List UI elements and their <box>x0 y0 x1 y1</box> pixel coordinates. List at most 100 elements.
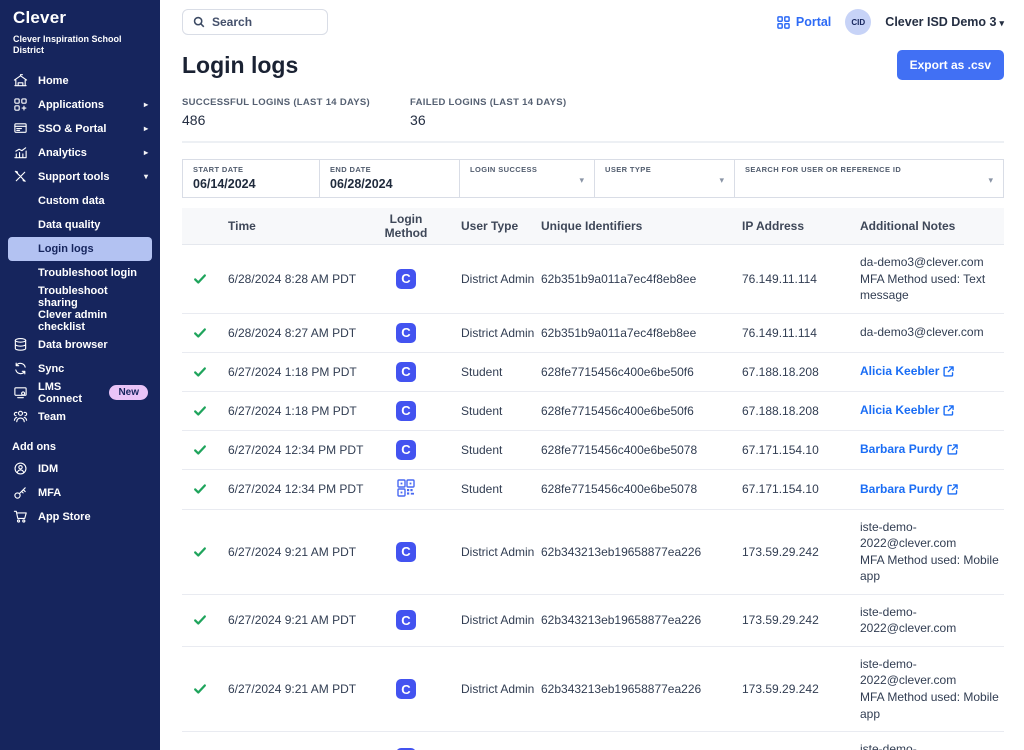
sidebar-item-mfa[interactable]: MFA <box>0 481 160 505</box>
sidebar-item-data-browser[interactable]: Data browser <box>0 333 160 357</box>
success-check-icon <box>193 404 207 418</box>
sidebar-item-sso-portal[interactable]: SSO & Portal▸ <box>0 117 160 141</box>
sidebar-item-custom-data[interactable]: Custom data <box>0 189 160 213</box>
cell-ip-address: 67.171.154.10 <box>734 482 854 496</box>
cell-user-type: District Admin <box>442 326 536 340</box>
cell-ip-address: 67.188.18.208 <box>734 404 854 418</box>
sidebar-item-troubleshoot-login[interactable]: Troubleshoot login <box>0 261 160 285</box>
sidebar-nav: HomeApplications▸SSO & Portal▸Analytics▸… <box>0 69 160 529</box>
cell-ip-address: 173.59.29.242 <box>734 613 854 627</box>
cell-login-method: C <box>396 269 416 289</box>
clever-logo-icon: C <box>396 269 416 289</box>
table-row: 6/27/2024 1:18 PM PDTCStudent628fe771545… <box>182 353 1004 392</box>
column-header-ip-address: IP Address <box>734 219 854 233</box>
sidebar-item-label: MFA <box>38 487 61 499</box>
search-icon <box>193 16 205 28</box>
cell-login-method: C <box>396 610 416 630</box>
user-profile-link[interactable]: Alicia Keebler <box>860 363 954 380</box>
column-header-time: Time <box>218 219 370 233</box>
filter-end-date[interactable]: END DATE06/28/2024 <box>320 160 460 197</box>
column-header-additional-notes: Additional Notes <box>854 218 1004 235</box>
sidebar-item-data-quality[interactable]: Data quality <box>0 213 160 237</box>
account-dropdown[interactable]: Clever ISD Demo 3▾ <box>885 15 1004 29</box>
table-body: 6/28/2024 8:28 AM PDTCDistrict Admin62b3… <box>182 245 1004 750</box>
user-profile-link-label: Alicia Keebler <box>860 363 939 380</box>
table-row: 6/28/2024 8:27 AM PDTCDistrict Admin62b3… <box>182 314 1004 353</box>
filter-start-date[interactable]: START DATE06/14/2024 <box>183 160 320 197</box>
portal-link[interactable]: Portal <box>777 15 831 29</box>
cell-ip-address: 76.149.11.114 <box>734 326 854 340</box>
sidebar-item-lms-connect[interactable]: LMS ConnectNew <box>0 381 160 405</box>
sidebar-item-analytics[interactable]: Analytics▸ <box>0 141 160 165</box>
app-store-icon <box>12 509 28 525</box>
cell-time: 6/27/2024 9:21 AM PDT <box>218 545 370 559</box>
cell-user-type: Student <box>442 404 536 418</box>
sidebar-item-team[interactable]: Team <box>0 405 160 429</box>
sidebar-item-label: Analytics <box>38 147 87 159</box>
topbar: Portal CID Clever ISD Demo 3▾ <box>160 0 1024 36</box>
avatar[interactable]: CID <box>845 9 871 35</box>
user-profile-link[interactable]: Barbara Purdy <box>860 481 958 498</box>
filter-value: 06/28/2024 <box>330 177 449 191</box>
filter-search-for-user-or-reference-id[interactable]: SEARCH FOR USER OR REFERENCE ID▾ <box>735 160 1003 197</box>
cell-user-type: District Admin <box>442 682 536 696</box>
sidebar-item-sync[interactable]: Sync <box>0 357 160 381</box>
user-profile-link[interactable]: Barbara Purdy <box>860 441 958 458</box>
cell-additional-notes: Alicia Keebler <box>854 363 1004 380</box>
data-browser-icon <box>12 337 28 353</box>
table-row: 6/27/2024 9:21 AM PDTCDistrict Admin62b3… <box>182 510 1004 595</box>
success-check-icon <box>193 365 207 379</box>
export-csv-button[interactable]: Export as .csv <box>897 50 1004 80</box>
cell-ip-address: 173.59.29.242 <box>734 545 854 559</box>
sidebar-item-label: Team <box>38 411 66 423</box>
search-input[interactable] <box>212 15 317 29</box>
cell-time: 6/27/2024 12:34 PM PDT <box>218 482 370 496</box>
note-email: iste-demo-2022@clever.com <box>860 741 1000 750</box>
filter-user-type[interactable]: USER TYPE▾ <box>595 160 735 197</box>
cell-login-method: C <box>396 323 416 343</box>
clever-logo-icon: C <box>396 362 416 382</box>
sidebar-item-support-tools[interactable]: Support tools▾ <box>0 165 160 189</box>
stats-row: SUCCESSFUL LOGINS (LAST 14 DAYS) 486 FAI… <box>182 97 1002 128</box>
cell-login-method: C <box>396 401 416 421</box>
cell-additional-notes: iste-demo-2022@clever.com <box>854 741 1004 750</box>
sidebar-item-home[interactable]: Home <box>0 69 160 93</box>
note-email: iste-demo-2022@clever.com <box>860 656 1000 689</box>
cell-user-type: Student <box>442 365 536 379</box>
sidebar-item-login-logs[interactable]: Login logs <box>8 237 152 261</box>
cell-additional-notes: Barbara Purdy <box>854 481 1004 498</box>
sidebar-item-applications[interactable]: Applications▸ <box>0 93 160 117</box>
sidebar-item-idm[interactable]: IDM <box>0 457 160 481</box>
sidebar-item-label: Data browser <box>38 339 108 351</box>
table-row: 6/27/2024 1:18 PM PDTCStudent628fe771545… <box>182 392 1004 431</box>
cell-unique-identifier: 62b351b9a011a7ec4f8eb8ee <box>536 272 734 286</box>
success-check-icon <box>193 682 207 696</box>
filter-label: LOGIN SUCCESS <box>470 165 584 174</box>
stat-value: 36 <box>410 112 566 128</box>
success-check-icon <box>193 545 207 559</box>
stat-successful-logins: SUCCESSFUL LOGINS (LAST 14 DAYS) 486 <box>182 97 370 128</box>
sidebar-item-app-store[interactable]: App Store <box>0 505 160 529</box>
user-profile-link-label: Alicia Keebler <box>860 402 939 419</box>
sidebar: Clever Clever Inspiration School Distric… <box>0 0 160 750</box>
note-email: iste-demo-2022@clever.com <box>860 604 1000 637</box>
filter-login-success[interactable]: LOGIN SUCCESS▾ <box>460 160 595 197</box>
clever-logo-icon: C <box>396 610 416 630</box>
user-profile-link[interactable]: Alicia Keebler <box>860 402 954 419</box>
cell-additional-notes: iste-demo-2022@clever.comMFA Method used… <box>854 519 1004 585</box>
cell-additional-notes: iste-demo-2022@clever.com <box>854 604 1004 637</box>
sidebar-section-header: Add ons <box>0 429 160 457</box>
sidebar-item-label: IDM <box>38 463 58 475</box>
filter-value: 06/14/2024 <box>193 177 309 191</box>
table-row: 6/27/2024 9:21 AM PDTCDistrict Admin62b3… <box>182 647 1004 732</box>
search-box[interactable] <box>182 9 328 35</box>
success-check-icon <box>193 272 207 286</box>
cell-time: 6/27/2024 9:21 AM PDT <box>218 613 370 627</box>
idm-icon <box>12 461 28 477</box>
filter-label: SEARCH FOR USER OR REFERENCE ID <box>745 165 993 174</box>
cell-additional-notes: da-demo3@clever.com <box>854 324 1004 341</box>
sidebar-item-troubleshoot-sharing[interactable]: Troubleshoot sharing <box>0 285 160 309</box>
note-mfa-method: MFA Method used: Mobile app <box>860 552 1000 585</box>
sidebar-item-clever-admin-checklist[interactable]: Clever admin checklist <box>0 309 160 333</box>
cell-unique-identifier: 628fe7715456c400e6be5078 <box>536 443 734 457</box>
